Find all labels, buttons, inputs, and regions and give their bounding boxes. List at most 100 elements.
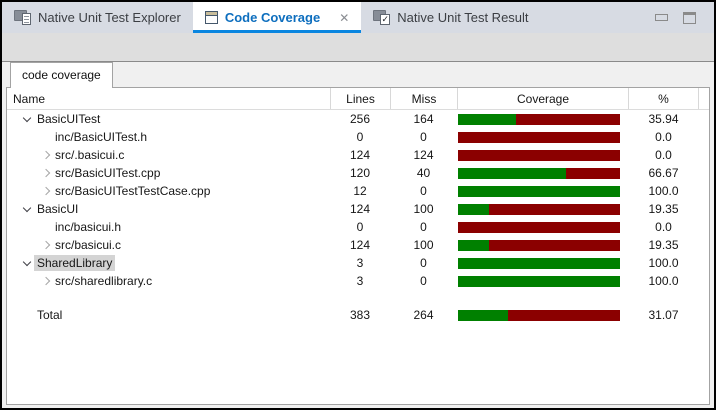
coverage-bar-track <box>458 240 620 251</box>
expander-icon[interactable] <box>22 258 32 268</box>
table-row[interactable]: inc/basicui.h 0 0 0.0 <box>7 218 709 236</box>
table-row[interactable]: src/basicui.c 124 100 19.35 <box>7 236 709 254</box>
coverage-bar-fill <box>458 240 489 251</box>
row-name-cell: inc/basicui.h <box>7 218 330 236</box>
row-percent-value: 0.0 <box>628 148 699 162</box>
coverage-bar-track <box>458 114 620 125</box>
window-button[interactable] <box>683 12 696 24</box>
row-miss-value: 0 <box>390 130 457 144</box>
row-name-cell: src/sharedlibrary.c <box>7 272 330 290</box>
table-row[interactable]: inc/BasicUITest.h 0 0 0.0 <box>7 128 709 146</box>
expander-icon[interactable] <box>22 204 32 214</box>
code-coverage-icon <box>205 11 218 24</box>
test-result-icon: ✓ <box>373 10 390 25</box>
coverage-bar-fill <box>458 276 620 287</box>
row-label: inc/BasicUITest.h <box>52 129 150 145</box>
table-total-row[interactable]: Total 383 264 31.07 <box>7 306 709 324</box>
coverage-bar-track <box>458 222 620 233</box>
row-percent-value: 100.0 <box>628 256 699 270</box>
column-header-coverage[interactable]: Coverage <box>457 88 628 109</box>
row-label: src/.basicui.c <box>52 147 127 163</box>
table-row[interactable]: BasicUI 124 100 19.35 <box>7 200 709 218</box>
row-name-cell: src/BasicUITest.cpp <box>7 164 330 182</box>
row-lines-value: 120 <box>330 166 390 180</box>
row-percent-value: 31.07 <box>628 308 699 322</box>
coverage-bar-fill <box>458 204 489 215</box>
row-label: src/BasicUITestTestCase.cpp <box>52 183 213 199</box>
row-coverage-cell <box>457 254 628 272</box>
expander-icon[interactable] <box>40 276 50 286</box>
row-name-cell: src/.basicui.c <box>7 146 330 164</box>
coverage-bar-track <box>458 310 620 321</box>
toolbar-strip <box>2 33 714 62</box>
document-glyph <box>22 13 31 25</box>
coverage-bar-fill <box>458 168 566 179</box>
table-row[interactable]: BasicUITest 256 164 35.94 <box>7 110 709 128</box>
row-label: BasicUITest <box>34 111 103 127</box>
row-label: SharedLibrary <box>34 255 115 271</box>
row-name-cell: SharedLibrary <box>7 254 330 272</box>
coverage-bar-track <box>458 132 620 143</box>
expander-icon[interactable] <box>22 114 32 124</box>
tab-native-unit-test-explorer[interactable]: Native Unit Test Explorer <box>2 2 193 33</box>
row-miss-value: 164 <box>390 112 457 126</box>
window-icon <box>683 12 696 24</box>
row-label: src/sharedlibrary.c <box>52 273 155 289</box>
tab-label: Native Unit Test Explorer <box>38 10 181 25</box>
coverage-bar-track <box>458 204 620 215</box>
expander-icon[interactable] <box>40 240 50 250</box>
row-percent-value: 19.35 <box>628 202 699 216</box>
tab-native-unit-test-result[interactable]: ✓ Native Unit Test Result <box>361 2 540 33</box>
document-tab-strip: Native Unit Test Explorer Code Coverage … <box>2 2 714 33</box>
row-name-cell: src/basicui.c <box>7 236 330 254</box>
table-row[interactable]: SharedLibrary 3 0 100.0 <box>7 254 709 272</box>
row-lines-value: 0 <box>330 220 390 234</box>
table-row[interactable]: src/.basicui.c 124 124 0.0 <box>7 146 709 164</box>
coverage-bar-track <box>458 150 620 161</box>
expander-icon[interactable] <box>40 168 50 178</box>
column-header-name[interactable]: Name <box>7 88 330 109</box>
row-lines-value: 124 <box>330 148 390 162</box>
code-coverage-pane: code coverage Name Lines Miss Coverage %… <box>2 62 714 408</box>
row-miss-value: 0 <box>390 220 457 234</box>
tab-code-coverage[interactable]: Code Coverage ✕ <box>193 2 361 33</box>
coverage-table-panel: Name Lines Miss Coverage % BasicUITest 2… <box>6 87 710 405</box>
expander-icon <box>40 132 50 142</box>
coverage-bar-track <box>458 276 620 287</box>
row-percent-value: 19.35 <box>628 238 699 252</box>
row-miss-value: 264 <box>390 308 457 322</box>
table-row[interactable]: src/BasicUITest.cpp 120 40 66.67 <box>7 164 709 182</box>
expander-icon[interactable] <box>40 186 50 196</box>
expander-icon[interactable] <box>40 150 50 160</box>
row-label: inc/basicui.h <box>52 219 124 235</box>
row-lines-value: 12 <box>330 184 390 198</box>
table-row[interactable]: src/BasicUITestTestCase.cpp 12 0 100.0 <box>7 182 709 200</box>
table-row[interactable]: src/sharedlibrary.c 3 0 100.0 <box>7 272 709 290</box>
row-miss-value: 124 <box>390 148 457 162</box>
row-percent-value: 66.67 <box>628 166 699 180</box>
column-header-lines[interactable]: Lines <box>330 88 390 109</box>
checkmark-glyph: ✓ <box>380 14 390 25</box>
row-coverage-cell <box>457 218 628 236</box>
minimize-icon <box>655 14 668 21</box>
table-body: BasicUITest 256 164 35.94 inc/BasicUITes… <box>7 110 709 324</box>
row-lines-value: 256 <box>330 112 390 126</box>
coverage-bar-fill <box>458 186 620 197</box>
row-lines-value: 124 <box>330 238 390 252</box>
coverage-bar-fill <box>458 258 620 269</box>
column-header-percent[interactable]: % <box>628 88 699 109</box>
tab-label: Native Unit Test Result <box>397 10 528 25</box>
row-lines-value: 3 <box>330 256 390 270</box>
row-coverage-cell <box>457 272 628 290</box>
row-coverage-cell <box>457 200 628 218</box>
row-lines-value: 124 <box>330 202 390 216</box>
close-icon[interactable]: ✕ <box>339 11 349 25</box>
row-name-cell: inc/BasicUITest.h <box>7 128 330 146</box>
row-miss-value: 0 <box>390 256 457 270</box>
row-percent-value: 0.0 <box>628 130 699 144</box>
minimize-button[interactable] <box>655 14 668 21</box>
pane-tab-code-coverage[interactable]: code coverage <box>10 62 113 88</box>
column-header-miss[interactable]: Miss <box>390 88 457 109</box>
row-label: src/BasicUITest.cpp <box>52 165 163 181</box>
coverage-bar-track <box>458 258 620 269</box>
